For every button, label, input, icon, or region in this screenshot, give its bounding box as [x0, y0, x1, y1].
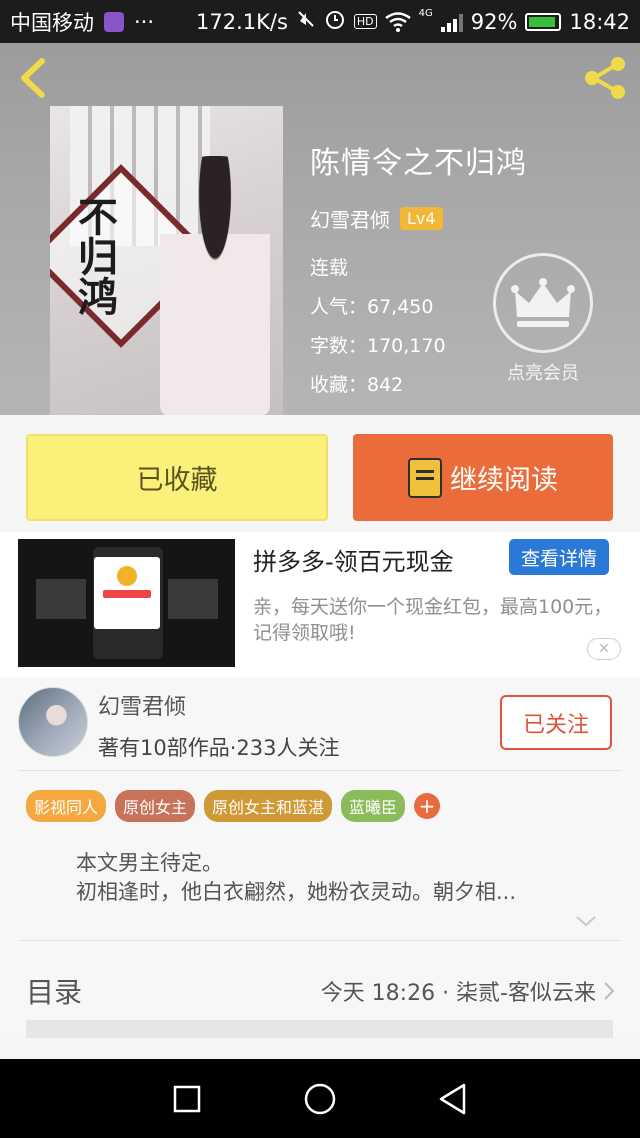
table-of-contents-row[interactable]: 目录 今天 18:26 · 柒贰-客似云来: [26, 961, 616, 1021]
chevron-down-icon[interactable]: [574, 909, 598, 933]
back-button[interactable]: [14, 57, 56, 99]
ad-banner[interactable]: 拼多多-领百元现金 查看详情 亲，每天送你一个现金红包，最高100元，记得领取哦…: [0, 532, 640, 677]
status-bar: 中国移动 ··· 172.1K/s HD 4G 92% 18:42: [0, 0, 640, 43]
square-icon: [173, 1085, 200, 1112]
latest-chapter: 今天 18:26 · 柒贰-客似云来: [320, 981, 596, 1006]
tag-item[interactable]: 原创女主: [115, 790, 196, 822]
battery-percent: 92%: [470, 9, 518, 34]
network-type: 4G: [418, 8, 433, 19]
synopsis-line: 本文男主待定。: [76, 851, 223, 875]
clock: 18:42: [569, 9, 630, 34]
author-avatar[interactable]: [18, 687, 88, 757]
app-notification-icon: [104, 11, 124, 32]
divider: [18, 770, 622, 771]
tag-list: 影视同人 原创女主 原创女主和蓝湛 蓝曦臣 +: [26, 790, 441, 822]
more-notifications-icon: ···: [134, 9, 155, 34]
author-section: 幻雪君倾 著有10部作品·233人关注 已关注 影视同人 原创女主 原创女主和蓝…: [0, 677, 640, 1039]
author-stats: 著有10部作品·233人关注: [98, 736, 340, 760]
mute-icon: [296, 9, 316, 34]
synopsis-line: 初相逢时，他白衣翩然，她粉衣灵动。朝夕相...: [76, 880, 517, 904]
share-button[interactable]: [580, 53, 630, 103]
continue-reading-label: 继续阅读: [450, 465, 558, 496]
circle-icon: [304, 1083, 336, 1114]
author-name[interactable]: 幻雪君倾: [98, 689, 186, 721]
divider: [18, 940, 622, 941]
ad-close-button[interactable]: ✕: [587, 638, 621, 660]
book-cover-image[interactable]: 不归鸿: [50, 106, 283, 415]
ad-image[interactable]: [18, 539, 235, 667]
ad-description: 亲，每天送你一个现金红包，最高100元，记得领取哦!: [253, 596, 613, 644]
triangle-back-icon: [440, 1083, 466, 1114]
action-bar: 已收藏 继续阅读: [0, 415, 640, 532]
wifi-icon: [384, 11, 411, 32]
system-nav-bar: [0, 1059, 640, 1138]
tag-item[interactable]: 原创女主和蓝湛: [204, 790, 333, 822]
toc-title: 目录: [26, 976, 83, 1009]
vip-label: 点亮会员: [507, 363, 579, 384]
tag-item[interactable]: 蓝曦臣: [341, 790, 406, 822]
tag-item[interactable]: 影视同人: [26, 790, 107, 822]
network-speed: 172.1K/s: [196, 9, 288, 34]
continue-reading-button[interactable]: 继续阅读: [353, 434, 613, 521]
author-name-link[interactable]: 幻雪君倾: [310, 204, 390, 233]
add-tag-button[interactable]: +: [414, 793, 441, 819]
follow-button[interactable]: 已关注: [500, 695, 612, 750]
vip-membership-button[interactable]: 点亮会员: [492, 253, 594, 403]
alarm-icon: [324, 8, 346, 35]
recent-apps-button[interactable]: [167, 1079, 207, 1119]
ad-detail-button[interactable]: 查看详情: [509, 539, 609, 575]
battery-icon: [525, 12, 562, 31]
share-icon: [585, 57, 625, 99]
carrier-name: 中国移动: [10, 10, 94, 35]
back-nav-button[interactable]: [433, 1079, 473, 1119]
favorited-button[interactable]: 已收藏: [26, 434, 328, 521]
crown-icon: [511, 278, 575, 327]
signal-icon: [440, 12, 463, 32]
ad-title[interactable]: 拼多多-领百元现金: [253, 542, 454, 577]
level-badge: Lv4: [400, 207, 443, 230]
home-button[interactable]: [300, 1079, 340, 1119]
back-arrow-icon: [21, 58, 45, 98]
book-header: 不归鸿 陈情令之不归鸿 幻雪君倾 Lv4 连载 人气：67,450 字数：170…: [0, 43, 640, 415]
synopsis[interactable]: 本文男主待定。 初相逢时，他白衣翩然，她粉衣灵动。朝夕相...: [76, 849, 601, 907]
content-placeholder: [26, 1020, 613, 1038]
chevron-right-icon: [604, 982, 615, 1000]
book-icon: [408, 457, 442, 498]
cover-title-art: 不归鸿: [71, 196, 118, 316]
book-title: 陈情令之不归鸿: [310, 146, 527, 181]
hd-voice-icon: HD: [353, 14, 377, 29]
